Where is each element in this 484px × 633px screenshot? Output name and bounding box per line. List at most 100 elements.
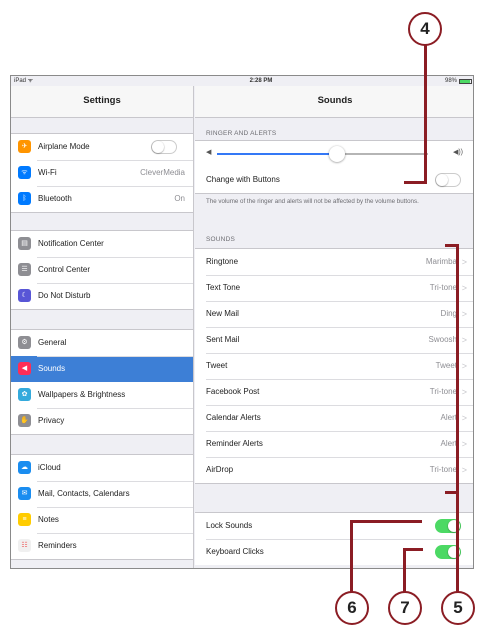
- sidebar-item-privacy[interactable]: ✋ Privacy: [11, 408, 193, 434]
- change-with-buttons-label: Change with Buttons: [206, 175, 280, 184]
- callout-5-bracket-top: [445, 244, 459, 247]
- ringer-alerts-group: ◀ ◀)) Change with Buttons: [195, 140, 473, 194]
- gear-icon: ⚙: [18, 336, 31, 349]
- sidebar-item-label: Mail, Contacts, Calendars: [38, 489, 130, 498]
- sound-row-value: Marimba: [425, 257, 457, 266]
- settings-title: Settings: [11, 86, 193, 118]
- status-bar: iPad ᯤ 2:28 PM 98%: [11, 76, 473, 86]
- sidebar-group-general: ⚙ General ◀ Sounds ✿ Wallpapers & Bright…: [11, 329, 193, 435]
- callout-6-leader-v: [350, 520, 353, 594]
- sidebar-item-label: General: [38, 338, 67, 347]
- sidebar-item-do-not-disturb[interactable]: ☾ Do Not Disturb: [11, 283, 193, 309]
- sidebar-item-label: Sounds: [38, 364, 66, 373]
- sound-row-sent-mail[interactable]: Sent Mail Swoosh >: [195, 327, 473, 353]
- sound-row-airdrop[interactable]: AirDrop Tri-tone >: [195, 457, 473, 483]
- sound-row-label: Ringtone: [206, 257, 239, 266]
- callout-7-leader-h: [403, 548, 423, 551]
- change-with-buttons-row[interactable]: Change with Buttons: [195, 167, 473, 193]
- chevron-right-icon: >: [461, 257, 467, 267]
- sidebar-item-control-center[interactable]: ☰ Control Center: [11, 257, 193, 283]
- sound-row-tweet[interactable]: Tweet Tweet >: [195, 353, 473, 379]
- callout-5: 5: [441, 591, 475, 625]
- sidebar-item-notes[interactable]: ≡ Notes: [11, 507, 193, 533]
- volume-slider-fill: [217, 153, 335, 155]
- sound-row-text-tone[interactable]: Text Tone Tri-tone >: [195, 275, 473, 301]
- sound-row-ringtone[interactable]: Ringtone Marimba >: [195, 249, 473, 275]
- battery-percent: 98%: [444, 78, 457, 84]
- callout-6-leader-h: [350, 520, 422, 523]
- sound-row-value: Tri-tone: [429, 465, 457, 474]
- chevron-right-icon: >: [461, 465, 467, 475]
- sidebar-group-connectivity: ✈ Airplane Mode ᯤ Wi-Fi CleverMedia ᛒ Bl…: [11, 133, 193, 213]
- sidebar-item-reminders[interactable]: ☷ Reminders: [11, 533, 193, 559]
- sound-row-value: Ding: [440, 309, 457, 318]
- chevron-right-icon: >: [461, 335, 467, 345]
- callout-7-leader-v: [403, 548, 406, 594]
- volume-low-icon: ◀: [206, 149, 212, 156]
- notification-center-icon: ▤: [18, 237, 31, 250]
- system-sounds-group: Lock Sounds Keyboard Clicks: [195, 512, 473, 565]
- volume-slider-track[interactable]: [335, 153, 428, 155]
- moon-icon: ☾: [18, 289, 31, 302]
- sound-row-calendar-alerts[interactable]: Calendar Alerts Alert >: [195, 405, 473, 431]
- cloud-icon: ☁: [18, 461, 31, 474]
- sidebar-item-airplane-mode[interactable]: ✈ Airplane Mode: [11, 134, 193, 160]
- device-wifi-label: iPad ᯤ: [14, 78, 34, 84]
- lock-sounds-row[interactable]: Lock Sounds: [195, 513, 473, 539]
- sidebar-item-wifi[interactable]: ᯤ Wi-Fi CleverMedia: [11, 160, 193, 186]
- sidebar-item-icloud[interactable]: ☁ iCloud: [11, 455, 193, 481]
- callout-4-leader-end: [404, 181, 427, 184]
- airplane-mode-toggle[interactable]: [151, 140, 177, 154]
- sidebar-item-notification-center[interactable]: ▤ Notification Center: [11, 231, 193, 257]
- sidebar-item-mail-contacts-calendars[interactable]: ✉ Mail, Contacts, Calendars: [11, 481, 193, 507]
- sidebar-item-label: Wallpapers & Brightness: [38, 390, 126, 399]
- sound-row-label: Reminder Alerts: [206, 439, 263, 448]
- sound-row-new-mail[interactable]: New Mail Ding >: [195, 301, 473, 327]
- sidebar-item-sounds[interactable]: ◀ Sounds: [11, 356, 193, 382]
- callout-6: 6: [335, 591, 369, 625]
- battery-icon: [459, 79, 472, 84]
- callout-5-bracket-bottom: [445, 491, 459, 494]
- volume-footnote: The volume of the ringer and alerts will…: [206, 198, 419, 205]
- volume-slider-thumb[interactable]: [329, 146, 345, 162]
- keyboard-clicks-row[interactable]: Keyboard Clicks: [195, 539, 473, 565]
- callout-7: 7: [388, 591, 422, 625]
- sound-row-value: Tri-tone: [429, 387, 457, 396]
- sound-row-value: Alert: [440, 413, 457, 422]
- chevron-right-icon: >: [461, 283, 467, 293]
- sidebar-group-accounts: ☁ iCloud ✉ Mail, Contacts, Calendars ≡ N…: [11, 454, 193, 560]
- lock-sounds-label: Lock Sounds: [206, 521, 253, 530]
- keyboard-clicks-label: Keyboard Clicks: [206, 547, 264, 556]
- sidebar-item-label: Privacy: [38, 416, 65, 425]
- hand-icon: ✋: [18, 414, 31, 427]
- sidebar-item-label: Wi-Fi: [38, 168, 57, 177]
- sidebar-item-label: Airplane Mode: [38, 142, 90, 151]
- chevron-right-icon: >: [461, 439, 467, 449]
- bluetooth-icon: ᛒ: [18, 192, 31, 205]
- sidebar-item-wallpapers-brightness[interactable]: ✿ Wallpapers & Brightness: [11, 382, 193, 408]
- callout-4: 4: [408, 12, 442, 46]
- clock: 2:28 PM: [249, 78, 273, 84]
- wifi-network-value: CleverMedia: [140, 168, 185, 177]
- sound-row-reminder-alerts[interactable]: Reminder Alerts Alert >: [195, 431, 473, 457]
- sidebar-group-centers: ▤ Notification Center ☰ Control Center ☾…: [11, 230, 193, 310]
- sound-row-facebook-post[interactable]: Facebook Post Tri-tone >: [195, 379, 473, 405]
- sound-row-value: Alert: [440, 439, 457, 448]
- ipad-screen: iPad ᯤ 2:28 PM 98% Settings ✈ Airplane M…: [10, 75, 474, 569]
- sounds-panel: Sounds RINGER AND ALERTS ◀ ◀)) Change wi…: [195, 86, 473, 568]
- chevron-right-icon: >: [461, 309, 467, 319]
- mail-icon: ✉: [18, 487, 31, 500]
- sidebar-item-general[interactable]: ⚙ General: [11, 330, 193, 356]
- callout-5-bracket: [456, 244, 459, 594]
- sidebar-item-bluetooth[interactable]: ᛒ Bluetooth On: [11, 186, 193, 212]
- sounds-section-header: SOUNDS: [206, 236, 236, 243]
- sounds-list: Ringtone Marimba > Text Tone Tri-tone > …: [195, 248, 473, 484]
- volume-high-icon: ◀)): [452, 149, 463, 156]
- chevron-right-icon: >: [461, 387, 467, 397]
- sidebar-item-label: Bluetooth: [38, 194, 72, 203]
- sidebar-item-label: Notes: [38, 515, 59, 524]
- sidebar-item-label: iCloud: [38, 463, 61, 472]
- sound-row-label: Sent Mail: [206, 335, 240, 344]
- change-with-buttons-toggle[interactable]: [435, 173, 461, 187]
- sidebar-item-label: Do Not Disturb: [38, 291, 91, 300]
